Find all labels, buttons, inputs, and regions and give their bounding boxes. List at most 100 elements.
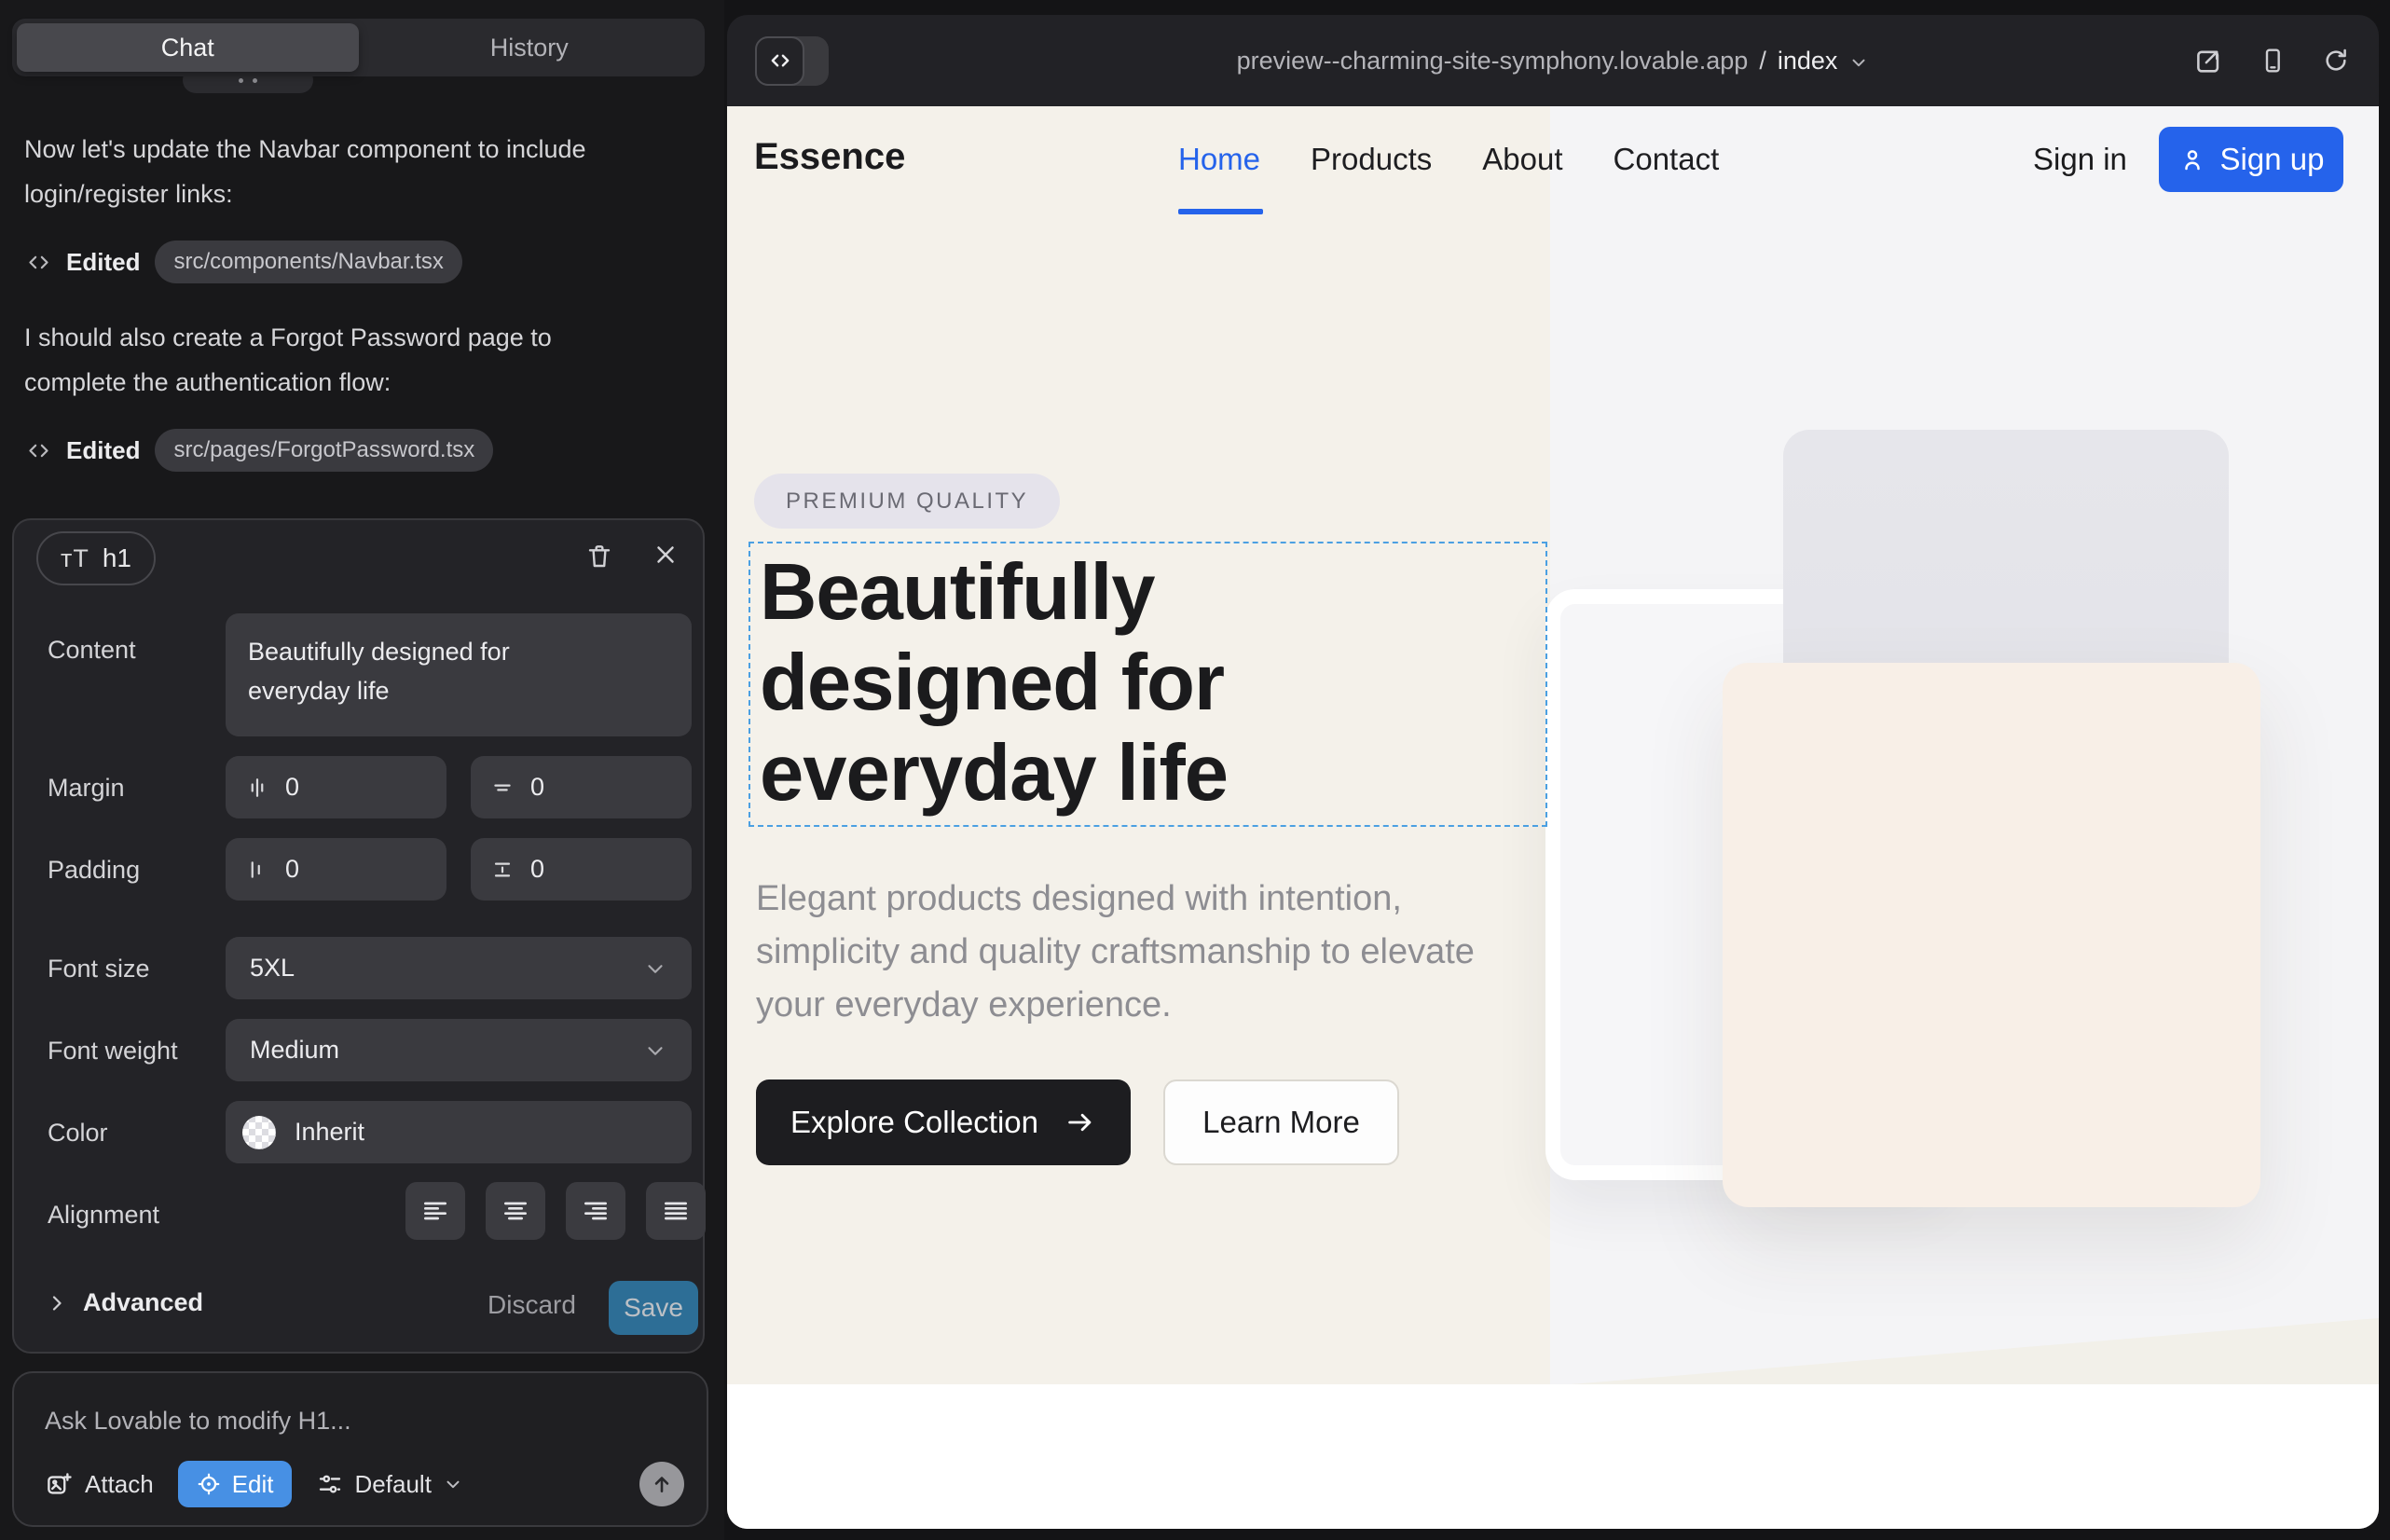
- advanced-label: Advanced: [83, 1288, 203, 1317]
- content-value: Beautifully designed for everyday life: [248, 632, 584, 710]
- color-picker[interactable]: Inherit: [226, 1101, 692, 1163]
- nav-link-home[interactable]: Home: [1178, 142, 1260, 177]
- padding-label: Padding: [48, 856, 140, 885]
- url-separator: /: [1759, 47, 1766, 76]
- font-weight-select[interactable]: Medium: [226, 1019, 692, 1081]
- close-icon[interactable]: [652, 541, 680, 569]
- element-editor-panel: тT h1 Content Beautifully designed for e…: [12, 518, 705, 1354]
- chat-sidebar: Chat History Now let's update the Navbar…: [0, 0, 724, 1540]
- section-below-hero: [727, 1384, 2379, 1529]
- margin-label: Margin: [48, 774, 125, 803]
- transparent-swatch-icon: [242, 1116, 276, 1149]
- arrow-right-icon: [1065, 1107, 1096, 1138]
- discard-button[interactable]: Discard: [488, 1290, 576, 1320]
- headline-line: designed for: [760, 638, 1228, 728]
- margin-y-input[interactable]: 0: [471, 756, 692, 818]
- image-plus-icon: [45, 1470, 73, 1498]
- font-size-select[interactable]: 5XL: [226, 937, 692, 999]
- site-preview: Essence Home Products About Contact Sign…: [727, 106, 2379, 1529]
- align-right-button[interactable]: [566, 1182, 625, 1240]
- mode-select[interactable]: Default: [316, 1470, 463, 1499]
- font-weight-value: Medium: [250, 1036, 339, 1065]
- chat-composer: Ask Lovable to modify H1... Attach Edit …: [12, 1371, 708, 1527]
- target-icon: [196, 1471, 222, 1497]
- edited-file-row: Edited src/components/Navbar.tsx: [26, 241, 462, 283]
- align-justify-button[interactable]: [646, 1182, 706, 1240]
- nav-link-contact[interactable]: Contact: [1614, 142, 1720, 177]
- save-button[interactable]: Save: [609, 1281, 698, 1335]
- chevron-down-icon: [643, 956, 667, 981]
- padding-vertical-icon: [489, 857, 515, 883]
- nav-link-about[interactable]: About: [1482, 142, 1562, 177]
- site-nav-links: Home Products About Contact: [1178, 142, 1719, 177]
- mode-label: Default: [355, 1470, 432, 1499]
- color-value: Inherit: [295, 1118, 364, 1147]
- nav-link-products[interactable]: Products: [1311, 142, 1432, 177]
- edited-file-row: Edited src/pages/ForgotPassword.tsx: [26, 429, 493, 472]
- composer-input[interactable]: Ask Lovable to modify H1...: [45, 1407, 351, 1436]
- padding-x-value: 0: [285, 855, 299, 884]
- edit-mode-button[interactable]: Edit: [178, 1461, 292, 1507]
- attach-button[interactable]: Attach: [45, 1470, 154, 1499]
- cta-primary-label: Explore Collection: [790, 1105, 1038, 1140]
- margin-y-value: 0: [530, 773, 544, 802]
- preview-chrome: preview--charming-site-symphony.lovable.…: [727, 15, 2379, 106]
- composer-toolbar: Attach Edit Default: [45, 1460, 684, 1508]
- margin-horizontal-icon: [244, 775, 270, 801]
- url-page: index: [1778, 47, 1838, 76]
- chevron-down-icon: [643, 1038, 667, 1063]
- chevron-down-icon: [443, 1474, 463, 1494]
- chat-message: Now let's update the Navbar component to…: [24, 127, 621, 216]
- code-icon: [26, 438, 51, 463]
- align-left-button[interactable]: [405, 1182, 465, 1240]
- element-tag: h1: [103, 543, 131, 573]
- color-label: Color: [48, 1119, 108, 1148]
- padding-x-input[interactable]: 0: [226, 838, 446, 901]
- sign-up-button[interactable]: Sign up: [2159, 127, 2343, 192]
- content-input[interactable]: Beautifully designed for everyday life: [226, 613, 692, 736]
- edited-file-chip[interactable]: src/pages/ForgotPassword.tsx: [155, 429, 493, 472]
- margin-x-input[interactable]: 0: [226, 756, 446, 818]
- content-label: Content: [48, 636, 136, 665]
- learn-more-button[interactable]: Learn More: [1163, 1079, 1399, 1165]
- site-brand[interactable]: Essence: [754, 136, 905, 178]
- tab-chat[interactable]: Chat: [17, 23, 359, 72]
- edited-file-chip[interactable]: src/components/Navbar.tsx: [155, 241, 461, 283]
- preview-url[interactable]: preview--charming-site-symphony.lovable.…: [727, 15, 2379, 106]
- sign-up-label: Sign up: [2220, 142, 2325, 177]
- preview-frame: preview--charming-site-symphony.lovable.…: [727, 15, 2379, 1529]
- advanced-toggle[interactable]: Advanced: [46, 1288, 203, 1317]
- sign-in-link[interactable]: Sign in: [2033, 142, 2127, 177]
- padding-y-value: 0: [530, 855, 544, 884]
- chevron-down-icon: [1848, 52, 1869, 73]
- chat-message: I should also create a Forgot Password p…: [24, 315, 621, 405]
- margin-x-value: 0: [285, 773, 299, 802]
- tab-history[interactable]: History: [359, 23, 701, 72]
- chevron-right-icon: [46, 1292, 68, 1314]
- sliders-icon: [316, 1470, 344, 1498]
- alignment-label: Alignment: [48, 1201, 159, 1230]
- attach-label: Attach: [85, 1470, 154, 1499]
- send-button[interactable]: [639, 1462, 684, 1506]
- selected-element-pill[interactable]: тT h1: [36, 531, 156, 585]
- code-icon: [26, 250, 51, 275]
- url-host: preview--charming-site-symphony.lovable.…: [1237, 47, 1749, 76]
- active-nav-underline: [1178, 209, 1263, 214]
- hero-card-peach: [1723, 663, 2260, 1207]
- edit-label: Edit: [232, 1470, 274, 1499]
- selected-h1-element[interactable]: Beautifully designed for everyday life: [749, 542, 1547, 827]
- hero-paragraph: Elegant products designed with intention…: [756, 873, 1511, 1032]
- hero-badge: PREMIUM QUALITY: [754, 474, 1060, 529]
- headline-line: everyday life: [760, 728, 1228, 818]
- padding-y-input[interactable]: 0: [471, 838, 692, 901]
- explore-collection-button[interactable]: Explore Collection: [756, 1079, 1131, 1165]
- align-center-button[interactable]: [486, 1182, 545, 1240]
- sidebar-tabbar: Chat History: [12, 19, 705, 76]
- arrow-up-icon: [650, 1472, 674, 1496]
- edited-label: Edited: [66, 436, 140, 465]
- delete-element-icon[interactable]: [584, 541, 614, 572]
- hero-headline: Beautifully designed for everyday life: [760, 547, 1228, 818]
- headline-line: Beautifully: [760, 547, 1228, 638]
- padding-horizontal-icon: [244, 857, 270, 883]
- font-size-value: 5XL: [250, 954, 295, 983]
